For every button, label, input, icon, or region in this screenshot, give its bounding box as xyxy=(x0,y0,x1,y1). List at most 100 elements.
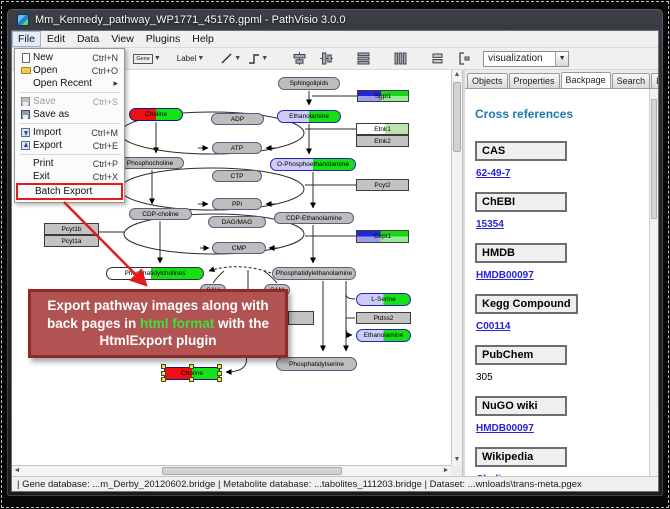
xref-link-62-49-7[interactable]: 62-49-7 xyxy=(476,168,641,179)
save-as-icon xyxy=(21,110,30,119)
selection-handle[interactable] xyxy=(161,371,166,376)
cdp-ethanolamine-node[interactable]: CDP-Ethanolamine xyxy=(274,212,354,224)
dag-mag-node[interactable]: DAG/MAG xyxy=(208,216,266,228)
xref-title: PubChem xyxy=(475,345,567,365)
phosphocholine-node[interactable]: Phosphocholine xyxy=(116,157,184,169)
menu-item-batch-export[interactable]: Batch Export xyxy=(16,183,123,200)
phosphatidylethanolamine-node[interactable]: Phosphatidylethanolamine xyxy=(272,267,356,280)
unlabeled-node[interactable] xyxy=(288,311,314,325)
selection-handle[interactable] xyxy=(189,364,194,369)
menu-item-exit[interactable]: ExitCtrl+X xyxy=(16,170,123,183)
chevron-down-icon[interactable]: ▼ xyxy=(154,55,161,62)
menubar-item-plugins[interactable]: Plugins xyxy=(140,31,186,47)
xref-link-hmdb00097[interactable]: HMDB00097 xyxy=(476,270,641,281)
line-tool-button[interactable]: ▼ xyxy=(217,50,244,67)
l-serine-node[interactable]: L-Serine xyxy=(356,293,411,306)
menubar-item-help[interactable]: Help xyxy=(186,31,220,47)
menubar-item-edit[interactable]: Edit xyxy=(41,31,71,47)
etnk2-node[interactable]: Etnk2 xyxy=(356,135,409,147)
scroll-up-icon[interactable]: ▲ xyxy=(452,70,462,80)
selection-handle[interactable] xyxy=(189,377,194,382)
atp-node[interactable]: ATP xyxy=(212,142,262,154)
ethanolamine-node[interactable]: Ethanolamine xyxy=(277,110,341,123)
menu-item-import[interactable]: ImportCtrl+M xyxy=(16,126,123,139)
pcyt1b-node[interactable]: Pcyt1b xyxy=(44,223,99,235)
xref-link-15354[interactable]: 15354 xyxy=(476,219,641,230)
cdp-choline-node[interactable]: CDP-choline xyxy=(129,208,192,220)
tab-search[interactable]: Search xyxy=(612,73,651,88)
selection-handle[interactable] xyxy=(161,364,166,369)
add-label-button[interactable]: Label ▼ xyxy=(174,52,208,65)
add-gene-button[interactable]: Gene ▼ xyxy=(130,52,163,66)
tab-legend[interactable]: Legend xyxy=(651,73,659,88)
pcyt2-node[interactable]: Pcyt2 xyxy=(356,179,409,191)
visualization-combobox[interactable]: visualization ▼ xyxy=(483,51,569,67)
tab-objects[interactable]: Objects xyxy=(467,73,508,88)
phosphatidylserine-node[interactable]: Phosphatidylserine xyxy=(276,357,357,371)
sidebar-scrollbar[interactable] xyxy=(649,89,658,476)
cross-references-heading: Cross references xyxy=(475,107,641,121)
menubar-item-file[interactable]: File xyxy=(12,31,41,47)
phosphatidylcholines-node[interactable]: Phosphatidylcholines xyxy=(106,267,204,280)
stack-button[interactable] xyxy=(429,50,446,67)
ctp-node[interactable]: CTP xyxy=(212,170,262,182)
backpage-panel: Cross references CAS62-49-7ChEBI15354HMD… xyxy=(465,89,649,476)
o-phosphoethanolamine-node[interactable]: O-Phosphoethanolamine xyxy=(270,158,356,171)
choline-node[interactable]: Choline xyxy=(129,108,183,121)
menu-item-save-as[interactable]: Save as xyxy=(16,108,123,121)
menu-item-label: Batch Export xyxy=(35,186,116,197)
adp-node[interactable]: ADP xyxy=(211,113,264,125)
chevron-down-icon[interactable]: ▼ xyxy=(197,55,204,62)
ethanolamine-node[interactable]: Ethanolamine xyxy=(356,329,411,342)
canvas-horizontal-scrollbar[interactable]: ◄ ► xyxy=(12,465,451,476)
chevron-down-icon[interactable]: ▼ xyxy=(555,52,568,66)
menu-item-new[interactable]: NewCtrl+N xyxy=(16,51,123,64)
cmp-node[interactable]: CMP xyxy=(212,242,266,254)
title-bar[interactable]: Mm_Kennedy_pathway_WP1771_45176.gpml - P… xyxy=(11,9,659,30)
ppi-node[interactable]: PPi xyxy=(212,198,262,210)
stack-icon xyxy=(431,52,444,65)
xref-value: 305 xyxy=(476,372,641,383)
tab-backpage[interactable]: Backpage xyxy=(561,72,611,88)
group-button[interactable] xyxy=(456,50,473,67)
menu-item-label: Open xyxy=(33,65,92,76)
selection-handle[interactable] xyxy=(217,377,222,382)
menu-item-save[interactable]: SaveCtrl+S xyxy=(16,95,123,108)
tab-properties[interactable]: Properties xyxy=(509,73,560,88)
align-vertical-center-icon xyxy=(320,52,333,65)
sgpl1-node[interactable]: Sgpl1 xyxy=(357,90,409,102)
ptdss2-node[interactable]: Ptdss2 xyxy=(356,312,411,324)
sidebar-tabs: ObjectsPropertiesBackpageSearchLegend xyxy=(465,70,658,88)
xref-link-hmdb00097[interactable]: HMDB00097 xyxy=(476,423,641,434)
etnk1-node[interactable]: Etnk1 xyxy=(356,123,409,135)
scroll-down-icon[interactable]: ▼ xyxy=(452,455,462,465)
elbow-connector-button[interactable]: ▼ xyxy=(244,50,271,67)
sphingolipids-node[interactable]: Sphingolipids xyxy=(278,77,340,90)
selection-handle[interactable] xyxy=(217,364,222,369)
label-tool-text: Label xyxy=(177,54,197,63)
vertical-scroll-thumb[interactable] xyxy=(453,82,461,152)
selection-handle[interactable] xyxy=(217,371,222,376)
selection-handle[interactable] xyxy=(161,377,166,382)
line-icon xyxy=(220,52,233,65)
chevron-down-icon[interactable]: ▼ xyxy=(234,55,241,62)
xref-link-c00114[interactable]: C00114 xyxy=(476,321,641,332)
cept1-node[interactable]: Cept1 xyxy=(356,230,409,243)
align-vertical-center-button[interactable] xyxy=(318,50,335,67)
pcyt1a-node[interactable]: Pcyt1a xyxy=(44,235,99,247)
menu-item-print[interactable]: PrintCtrl+P xyxy=(16,157,123,170)
menu-item-open-recent[interactable]: Open Recent▸ xyxy=(16,77,123,90)
distribute-vertical-button[interactable] xyxy=(355,50,372,67)
horizontal-scroll-thumb[interactable] xyxy=(162,467,342,475)
menu-item-export[interactable]: ExportCtrl+E xyxy=(16,139,123,152)
sidebar-scroll-thumb[interactable] xyxy=(651,99,657,219)
distribute-horizontal-button[interactable] xyxy=(392,50,409,67)
menubar-item-view[interactable]: View xyxy=(105,31,140,47)
scroll-right-icon[interactable]: ► xyxy=(441,466,451,476)
scroll-left-icon[interactable]: ◄ xyxy=(12,466,22,476)
menu-item-open[interactable]: OpenCtrl+O xyxy=(16,64,123,77)
chevron-down-icon[interactable]: ▼ xyxy=(261,55,268,62)
menubar-item-data[interactable]: Data xyxy=(71,31,105,47)
align-horizontal-center-button[interactable] xyxy=(291,50,308,67)
canvas-vertical-scrollbar[interactable]: ▲ ▼ xyxy=(451,70,462,465)
